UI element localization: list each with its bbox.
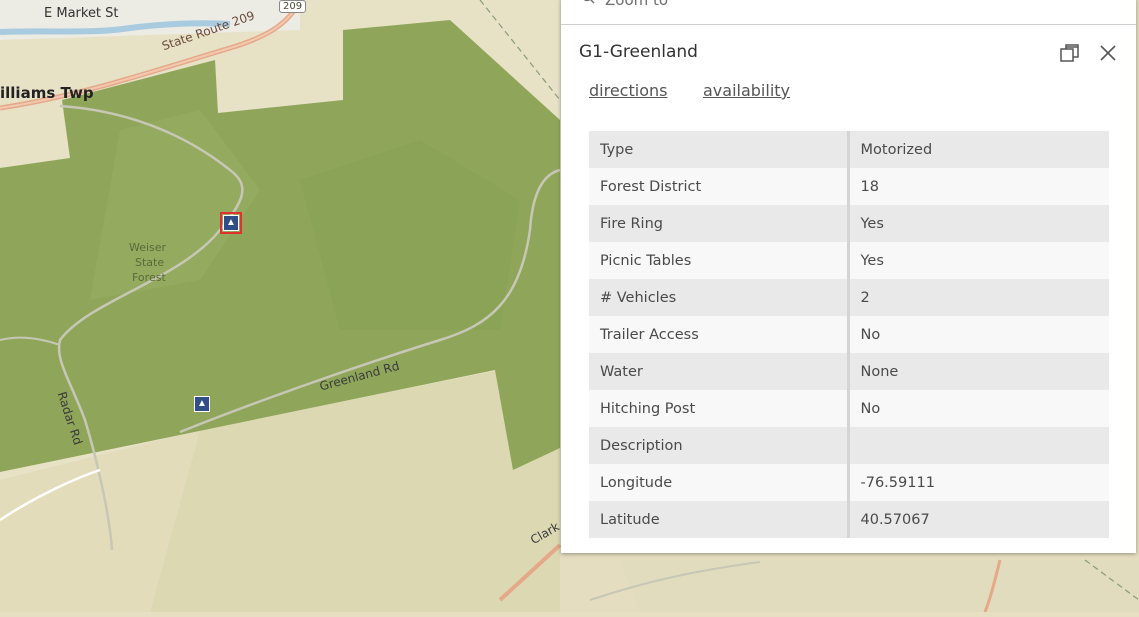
attribute-key: Water	[589, 353, 850, 390]
attribute-key: Description	[589, 427, 850, 464]
attribute-value: -76.59111	[848, 464, 1109, 501]
attribute-key: Latitude	[589, 501, 850, 538]
close-icon	[1100, 45, 1116, 61]
attribute-value: 2	[848, 279, 1109, 316]
availability-link[interactable]: availability	[703, 81, 790, 100]
table-row: # Vehicles 2	[589, 279, 1109, 316]
table-row: Hitching Post No	[589, 390, 1109, 427]
forest-label-line2: State	[135, 256, 165, 269]
attribute-value: No	[848, 316, 1109, 353]
attribute-key: Forest District	[589, 168, 850, 205]
directions-link[interactable]: directions	[589, 81, 667, 100]
attribute-value: 40.57067	[848, 501, 1109, 538]
popup-title: G1-Greenland	[579, 42, 698, 62]
popup-panel: Zoom to G1-Greenland directions availabi…	[561, 0, 1136, 553]
attribute-value: Motorized	[848, 131, 1109, 168]
attribute-key: Picnic Tables	[589, 242, 850, 279]
attribute-value: Yes	[848, 205, 1109, 242]
close-button[interactable]	[1097, 42, 1119, 64]
forest-label-line1: Weiser	[129, 241, 167, 254]
table-row: Type Motorized	[589, 131, 1109, 168]
attribute-key: # Vehicles	[589, 279, 850, 316]
campground-icon[interactable]: ▲	[194, 396, 210, 412]
table-row: Latitude 40.57067	[589, 501, 1109, 538]
attribute-value: Yes	[848, 242, 1109, 279]
table-row: Fire Ring Yes	[589, 205, 1109, 242]
dock-button[interactable]	[1059, 42, 1081, 64]
street-label-e-market: E Market St	[44, 6, 119, 21]
zoom-to-placeholder: Zoom to	[605, 0, 669, 9]
attribute-table: Type Motorized Forest District 18 Fire Rin…	[589, 131, 1109, 538]
table-row: Picnic Tables Yes	[589, 242, 1109, 279]
table-row: Description	[589, 427, 1109, 464]
attribute-value: 18	[848, 168, 1109, 205]
table-row: Water None	[589, 353, 1109, 390]
attribute-key: Trailer Access	[589, 316, 850, 353]
search-icon	[583, 0, 595, 4]
attribute-value: No	[848, 390, 1109, 427]
attribute-value: None	[848, 353, 1109, 390]
table-row: Longitude -76.59111	[589, 464, 1109, 501]
dock-icon	[1060, 44, 1079, 62]
attribute-key: Hitching Post	[589, 390, 850, 427]
zoom-to-search[interactable]: Zoom to	[561, 0, 1136, 25]
table-row: Forest District 18	[589, 168, 1109, 205]
campground-icon[interactable]: ▲	[220, 212, 242, 234]
attribute-value	[848, 427, 1109, 464]
attribute-key: Type	[589, 131, 850, 168]
table-row: Trailer Access No	[589, 316, 1109, 353]
attribute-key: Longitude	[589, 464, 850, 501]
route-shield-label: 209	[279, 0, 307, 13]
forest-label-line3: Forest	[132, 271, 166, 284]
attribute-key: Fire Ring	[589, 205, 850, 242]
township-label: illiams Twp	[0, 84, 94, 102]
